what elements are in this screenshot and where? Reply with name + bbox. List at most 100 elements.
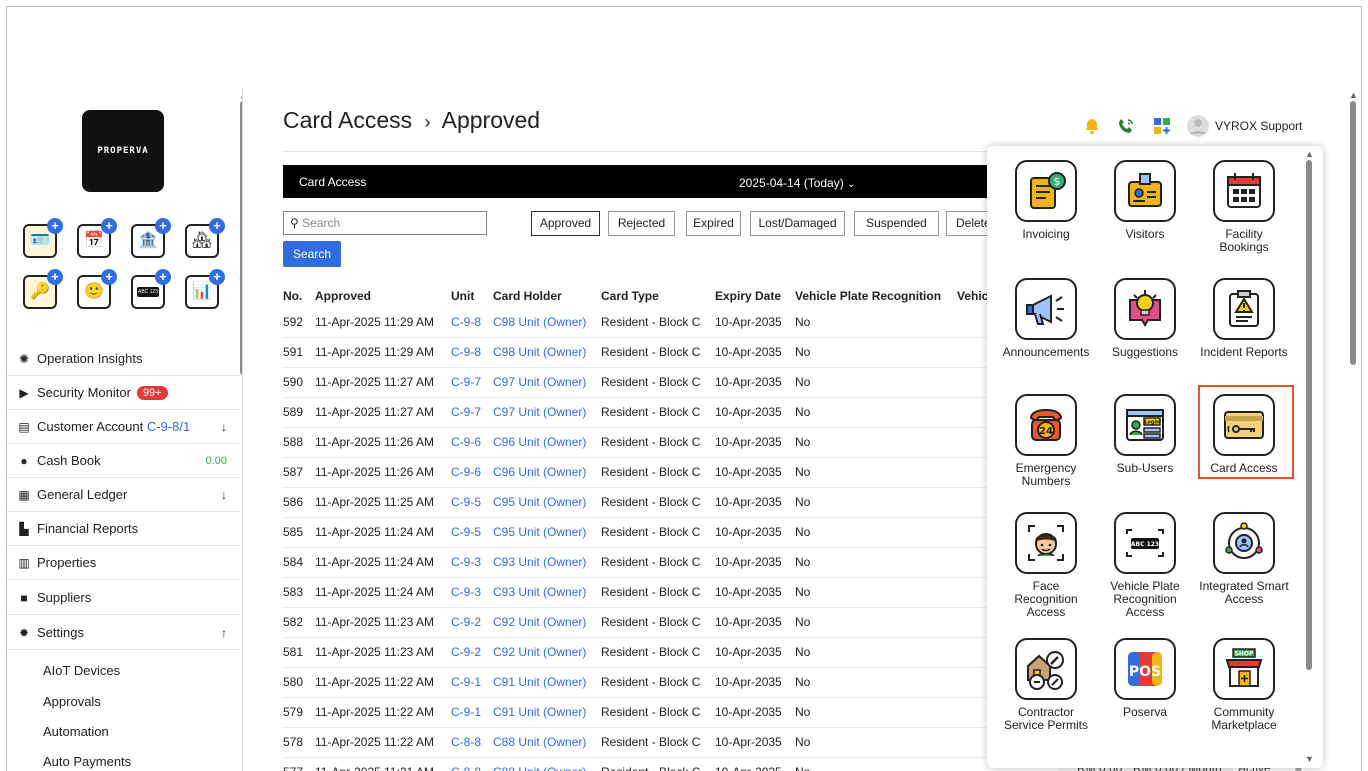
app-contractor-service-permits[interactable]: Contractor Service Permits (1001, 638, 1091, 732)
customer-account-value[interactable]: C-9-8/1 (147, 419, 190, 434)
tab-approved[interactable]: Approved (531, 211, 600, 236)
search-button[interactable]: Search (283, 241, 341, 267)
settings-item-approvals[interactable]: Approvals (43, 694, 101, 709)
cell-unit[interactable]: C-9-3 (451, 577, 493, 608)
settings-item-aiot-devices[interactable]: AIoT Devices (43, 663, 120, 678)
nav-security-monitor[interactable]: ▶ Security Monitor 99+ (7, 376, 241, 410)
app-community-marketplace[interactable]: SHOP Community Marketplace (1199, 638, 1289, 732)
column-header-expiry-date[interactable]: Expiry Date (715, 287, 795, 307)
cell-card-holder[interactable]: C91 Unit (Owner) (493, 667, 601, 698)
cell-card-holder[interactable]: C88 Unit (Owner) (493, 757, 601, 771)
settings-item-automation[interactable]: Automation (43, 724, 109, 739)
quick-add-property-services[interactable]: 🏘 + (185, 218, 225, 258)
page-scroll-up-arrow-icon[interactable]: ▲ (1349, 90, 1358, 100)
cell-card-holder[interactable]: C92 Unit (Owner) (493, 607, 601, 638)
menu-scroll-down-arrow-icon[interactable]: ▼ (1305, 754, 1314, 764)
app-vehicle-plate-recognition-access[interactable]: ABC 123 Vehicle Plate Recognition Access (1100, 512, 1190, 619)
quick-add-vehicle-plate[interactable]: ABC 123 + (131, 269, 171, 309)
nav-financial-reports[interactable]: ▙ Financial Reports (7, 512, 241, 546)
column-header-unit[interactable]: Unit (451, 287, 493, 307)
nav-cash-book[interactable]: ● Cash Book 0.00 (7, 444, 241, 478)
cell-unit[interactable]: C-9-1 (451, 667, 493, 698)
menu-scrollbar[interactable] (1306, 160, 1312, 670)
tab-rejected[interactable]: Rejected (608, 211, 675, 236)
cell-card-holder[interactable]: C88 Unit (Owner) (493, 727, 601, 758)
column-header-approved[interactable]: Approved (315, 287, 451, 307)
table-row[interactable]: 580 11-Apr-2025 11:22 AM C-9-1 C91 Unit (Ow… (283, 667, 997, 698)
cell-unit[interactable]: C-8-8 (451, 757, 493, 771)
app-poserva[interactable]: POS Poserva (1100, 638, 1190, 719)
cell-unit[interactable]: C-9-3 (451, 547, 493, 578)
app-sub-users[interactable]: Login Sub-Users (1100, 394, 1190, 475)
cell-unit[interactable]: C-9-6 (451, 457, 493, 488)
expand-arrow-icon[interactable]: ↓ (221, 488, 227, 502)
column-header-no[interactable]: No. (283, 287, 315, 307)
company-logo[interactable]: PROPERVA (82, 110, 164, 192)
search-input[interactable]: ⚲ Search (283, 211, 487, 235)
table-row[interactable]: 583 11-Apr-2025 11:24 AM C-9-3 C93 Unit (Ow… (283, 577, 997, 608)
app-suggestions[interactable]: Suggestions (1100, 278, 1190, 359)
cell-unit[interactable]: C-9-8 (451, 307, 493, 338)
phone-icon[interactable] (1117, 117, 1135, 135)
settings-item-auto-payments[interactable]: Auto Payments (43, 754, 131, 769)
column-header-card-type[interactable]: Card Type (601, 287, 715, 307)
avatar[interactable] (1187, 115, 1209, 137)
table-row[interactable]: 581 11-Apr-2025 11:23 AM C-9-2 C92 Unit (Ow… (283, 637, 997, 668)
cell-card-holder[interactable]: C95 Unit (Owner) (493, 517, 601, 548)
nav-operation-insights[interactable]: ✺ Operation Insights (7, 342, 241, 376)
cell-card-holder[interactable]: C98 Unit (Owner) (493, 337, 601, 368)
table-row[interactable]: 584 11-Apr-2025 11:24 AM C-9-3 C93 Unit (Ow… (283, 547, 997, 578)
cell-card-holder[interactable]: C98 Unit (Owner) (493, 307, 601, 338)
table-row[interactable]: 586 11-Apr-2025 11:25 AM C-9-5 C95 Unit (Ow… (283, 487, 997, 518)
table-row[interactable]: 589 11-Apr-2025 11:27 AM C-9-7 C97 Unit (Ow… (283, 397, 997, 428)
cell-card-holder[interactable]: C96 Unit (Owner) (493, 457, 601, 488)
menu-scroll-up-arrow-icon[interactable]: ▲ (1305, 149, 1314, 159)
cell-unit[interactable]: C-9-2 (451, 637, 493, 668)
quick-add-bank[interactable]: 🏦 + (131, 218, 171, 258)
app-incident-reports[interactable]: Incident Reports (1199, 278, 1289, 359)
cell-unit[interactable]: C-9-8 (451, 337, 493, 368)
cell-unit[interactable]: C-8-8 (451, 727, 493, 758)
page-scrollbar[interactable] (1350, 101, 1356, 365)
cell-card-holder[interactable]: C97 Unit (Owner) (493, 367, 601, 398)
cell-unit[interactable]: C-9-2 (451, 607, 493, 638)
cell-unit[interactable]: C-9-5 (451, 517, 493, 548)
cell-unit[interactable]: C-9-5 (451, 487, 493, 518)
table-row[interactable]: 588 11-Apr-2025 11:26 AM C-9-6 C96 Unit (Ow… (283, 427, 997, 458)
cell-card-holder[interactable]: C97 Unit (Owner) (493, 397, 601, 428)
app-visitors[interactable]: Visitors (1100, 160, 1190, 241)
quick-add-calendar[interactable]: 📅 + (77, 218, 117, 258)
table-row[interactable]: 578 11-Apr-2025 11:22 AM C-8-8 C88 Unit (Ow… (283, 727, 997, 758)
app-announcements[interactable]: Announcements (1001, 278, 1091, 359)
date-selector[interactable]: 2025-04-14 (Today) ⌄ (739, 176, 855, 190)
cell-card-holder[interactable]: C93 Unit (Owner) (493, 547, 601, 578)
tab-suspended[interactable]: Suspended (854, 211, 939, 236)
tab-expired[interactable]: Expired (686, 211, 741, 236)
cell-card-holder[interactable]: C95 Unit (Owner) (493, 487, 601, 518)
app-integrated-smart-access[interactable]: Integrated Smart Access (1199, 512, 1289, 606)
column-header-card-holder[interactable]: Card Holder (493, 287, 601, 307)
nav-properties[interactable]: ▥ Properties (7, 546, 241, 580)
table-row[interactable]: 587 11-Apr-2025 11:26 AM C-9-6 C96 Unit (Ow… (283, 457, 997, 488)
table-row[interactable]: 585 11-Apr-2025 11:24 AM C-9-5 C95 Unit (Ow… (283, 517, 997, 548)
table-row[interactable]: 590 11-Apr-2025 11:27 AM C-9-7 C97 Unit (Ow… (283, 367, 997, 398)
cell-unit[interactable]: C-9-7 (451, 397, 493, 428)
cell-card-holder[interactable]: C91 Unit (Owner) (493, 697, 601, 728)
cell-card-holder[interactable]: C93 Unit (Owner) (493, 577, 601, 608)
cell-unit[interactable]: C-9-7 (451, 367, 493, 398)
bell-icon[interactable] (1083, 117, 1101, 135)
cell-unit[interactable]: C-9-6 (451, 427, 493, 458)
app-facility-bookings[interactable]: Facility Bookings (1199, 160, 1289, 254)
table-row[interactable]: 592 11-Apr-2025 11:29 AM C-9-8 C98 Unit (Ow… (283, 307, 997, 338)
app-emergency-numbers[interactable]: 24 Emergency Numbers (1001, 394, 1091, 488)
table-row[interactable]: 57711-Apr-2025 11:21 AMC-8-8C88 Unit (Ow… (283, 757, 997, 771)
table-row[interactable]: 582 11-Apr-2025 11:23 AM C-9-2 C92 Unit (Ow… (283, 607, 997, 638)
table-row[interactable]: 579 11-Apr-2025 11:22 AM C-9-1 C91 Unit (Ow… (283, 697, 997, 728)
column-header-vehicle-plate-recognition[interactable]: Vehicle Plate Recognition (795, 287, 957, 307)
nav-customer-account[interactable]: ▤ Customer Account C-9-8/1 ↓ (7, 410, 241, 444)
cell-unit[interactable]: C-9-1 (451, 697, 493, 728)
quick-add-card-access[interactable]: 🔑 + (23, 269, 63, 309)
quick-add-customer-card[interactable]: 🪪 + (23, 218, 63, 258)
quick-add-face[interactable]: 🙂 + (77, 269, 117, 309)
tab-lost-damaged[interactable]: Lost/Damaged (750, 211, 845, 236)
